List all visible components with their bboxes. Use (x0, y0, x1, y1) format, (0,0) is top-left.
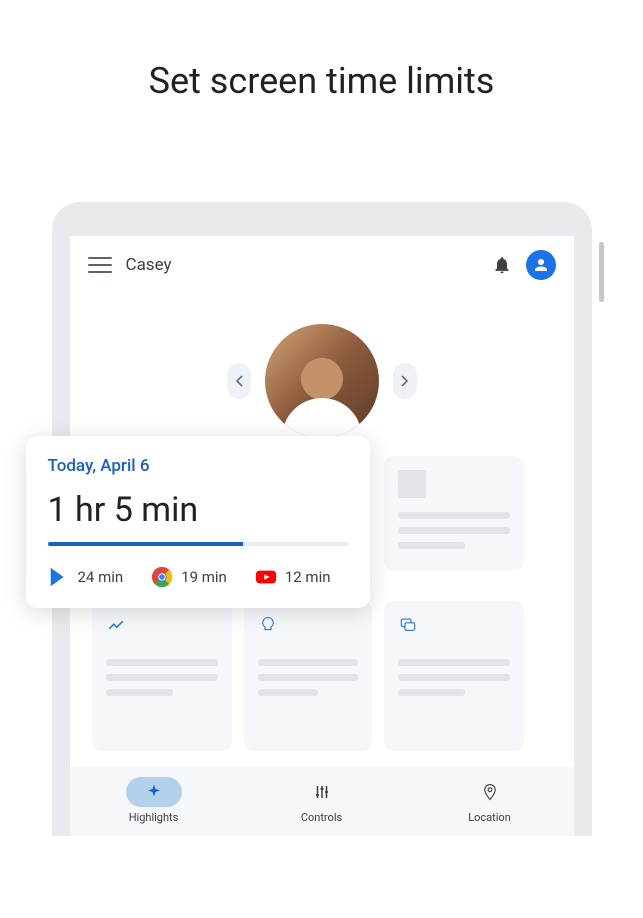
lightbulb-icon (258, 615, 278, 635)
chat-icon (398, 615, 418, 635)
next-child-button[interactable] (393, 363, 417, 399)
child-profile-photo[interactable] (265, 324, 379, 438)
scrollbar-thumb[interactable] (599, 242, 604, 302)
sparkle-icon (145, 783, 163, 801)
screentime-card[interactable]: Today, April 6 1 hr 5 min 24 min 19 min (26, 436, 370, 608)
app-time-value: 24 min (78, 568, 124, 586)
nav-label: Location (468, 811, 511, 824)
nav-label: Controls (301, 811, 342, 824)
tablet-frame: Casey Today, April 6 1 hr 5 min (52, 202, 592, 836)
child-name-label: Casey (126, 255, 478, 275)
page-heading: Set screen time limits (0, 60, 643, 102)
skeleton-card (384, 456, 524, 571)
skeleton-card (92, 601, 232, 751)
app-header: Casey (70, 236, 574, 294)
chevron-left-icon (235, 375, 243, 387)
chrome-icon (151, 566, 173, 588)
nav-label: Highlights (129, 811, 179, 824)
profile-carousel (70, 324, 574, 438)
location-pin-icon (481, 783, 499, 801)
play-store-icon (48, 566, 70, 588)
trend-icon (106, 615, 126, 635)
account-avatar-button[interactable] (526, 250, 556, 280)
screen-content: Casey Today, April 6 1 hr 5 min (70, 236, 574, 836)
app-time-value: 12 min (285, 568, 331, 586)
screentime-progress-fill (48, 542, 243, 546)
prev-child-button[interactable] (227, 363, 251, 399)
nav-highlights[interactable]: Highlights (126, 777, 182, 824)
app-time-value: 19 min (181, 568, 227, 586)
nav-icon-wrap (462, 777, 518, 807)
menu-icon[interactable] (88, 253, 112, 277)
bottom-navigation: Highlights Controls Location (70, 767, 574, 836)
nav-icon-wrap (126, 777, 182, 807)
notifications-icon[interactable] (492, 255, 512, 275)
sliders-icon (313, 783, 331, 801)
skeleton-card (244, 601, 372, 751)
app-time-youtube: 12 min (255, 566, 331, 588)
nav-icon-wrap (294, 777, 350, 807)
screentime-progress-bar (48, 542, 348, 546)
nav-controls[interactable]: Controls (294, 777, 350, 824)
chevron-right-icon (401, 375, 409, 387)
skeleton-card (384, 601, 524, 751)
app-time-chrome: 19 min (151, 566, 227, 588)
youtube-icon (255, 566, 277, 588)
nav-location[interactable]: Location (462, 777, 518, 824)
screentime-date: Today, April 6 (48, 456, 348, 476)
screentime-total: 1 hr 5 min (48, 490, 348, 530)
app-breakdown: 24 min 19 min 12 min (48, 566, 348, 588)
app-time-play: 24 min (48, 566, 124, 588)
